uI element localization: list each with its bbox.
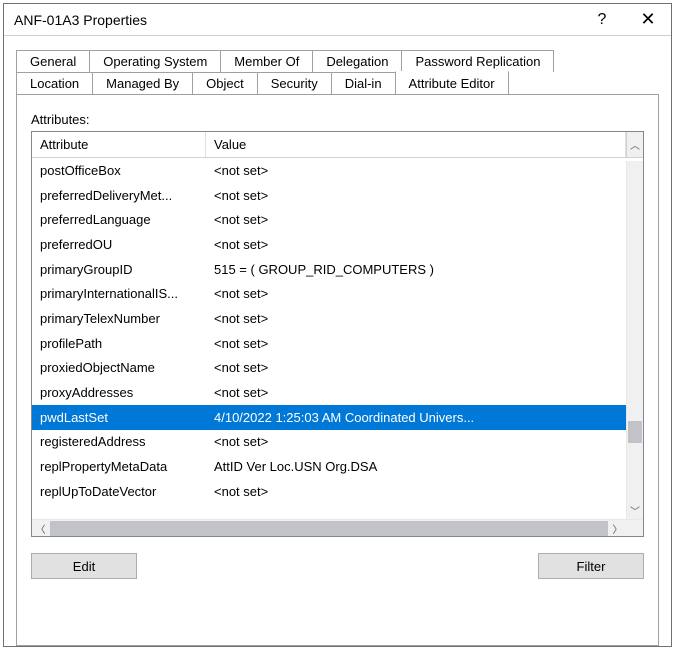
help-button[interactable]: ? <box>579 4 625 36</box>
vertical-scroll-thumb[interactable] <box>628 421 642 443</box>
tab-delegation[interactable]: Delegation <box>312 50 402 72</box>
tabrow-1: General Operating System Member Of Deleg… <box>16 50 659 72</box>
cell-attribute: pwdLastSet <box>40 410 214 425</box>
cell-attribute: preferredOU <box>40 237 214 252</box>
attributes-label: Attributes: <box>31 112 644 127</box>
scroll-up-button[interactable]: ︿ <box>626 132 643 157</box>
cell-value: <not set> <box>214 212 643 227</box>
scroll-left-button[interactable]: 〈 <box>32 520 49 537</box>
table-row[interactable]: replUpToDateVector<not set> <box>32 479 643 504</box>
cell-attribute: postOfficeBox <box>40 163 214 178</box>
cell-value: <not set> <box>214 163 643 178</box>
cell-value: 4/10/2022 1:25:03 AM Coordinated Univers… <box>214 410 643 425</box>
horizontal-scroll-thumb[interactable] <box>50 521 608 536</box>
cell-value: <not set> <box>214 286 643 301</box>
table-row[interactable]: postOfficeBox<not set> <box>32 158 643 183</box>
tab-operating-system[interactable]: Operating System <box>89 50 221 72</box>
attributes-list: Attribute Value ︿ postOfficeBox<not set>… <box>31 131 644 537</box>
tab-location[interactable]: Location <box>16 72 93 95</box>
table-row[interactable]: primaryGroupID515 = ( GROUP_RID_COMPUTER… <box>32 257 643 282</box>
tab-managed-by[interactable]: Managed By <box>92 72 193 95</box>
cell-value: <not set> <box>214 385 643 400</box>
cell-value: 515 = ( GROUP_RID_COMPUTERS ) <box>214 262 643 277</box>
cell-attribute: primaryGroupID <box>40 262 214 277</box>
tabrow-2: Location Managed By Object Security Dial… <box>16 72 659 95</box>
cell-attribute: primaryTelexNumber <box>40 311 214 326</box>
cell-value: <not set> <box>214 311 643 326</box>
table-row[interactable]: preferredLanguage<not set> <box>32 207 643 232</box>
vertical-scrollbar[interactable]: ﹀ <box>626 161 643 519</box>
tab-security[interactable]: Security <box>257 72 332 95</box>
cell-attribute: proxiedObjectName <box>40 360 214 375</box>
table-row[interactable]: replPropertyMetaData AttID Ver Loc.USN O… <box>32 454 643 479</box>
cell-attribute: preferredDeliveryMet... <box>40 188 214 203</box>
close-button[interactable]: ✕ <box>625 4 671 36</box>
table-row[interactable]: preferredOU<not set> <box>32 232 643 257</box>
rows-container: postOfficeBox<not set>preferredDeliveryM… <box>32 158 643 519</box>
tab-password-replication[interactable]: Password Replication <box>401 50 554 72</box>
filter-button[interactable]: Filter <box>538 553 644 579</box>
horizontal-scrollbar[interactable]: 〈 〉 <box>32 519 643 536</box>
tab-member-of[interactable]: Member Of <box>220 50 313 72</box>
cell-value: <not set> <box>214 188 643 203</box>
properties-window: ANF-01A3 Properties ? ✕ General Operatin… <box>3 3 672 647</box>
window-title: ANF-01A3 Properties <box>4 12 579 28</box>
content: General Operating System Member Of Deleg… <box>4 36 671 646</box>
table-row[interactable]: profilePath<not set> <box>32 331 643 356</box>
scroll-corner <box>626 520 643 537</box>
table-row[interactable]: preferredDeliveryMet...<not set> <box>32 183 643 208</box>
tab-attribute-editor[interactable]: Attribute Editor <box>395 71 509 95</box>
cell-value: <not set> <box>214 237 643 252</box>
cell-attribute: replPropertyMetaData <box>40 459 214 474</box>
cell-value: <not set> <box>214 360 643 375</box>
cell-value: AttID Ver Loc.USN Org.DSA <box>214 459 643 474</box>
tab-object[interactable]: Object <box>192 72 258 95</box>
cell-value: <not set> <box>214 336 643 351</box>
scroll-right-button[interactable]: 〉 <box>609 520 626 537</box>
tab-general[interactable]: General <box>16 50 90 72</box>
table-row[interactable]: proxyAddresses<not set> <box>32 380 643 405</box>
cell-value: <not set> <box>214 484 643 499</box>
titlebar: ANF-01A3 Properties ? ✕ <box>4 4 671 36</box>
table-row[interactable]: registeredAddress<not set> <box>32 430 643 455</box>
cell-attribute: proxyAddresses <box>40 385 214 400</box>
table-row[interactable]: primaryInternationalIS...<not set> <box>32 281 643 306</box>
table-row[interactable]: pwdLastSet4/10/2022 1:25:03 AM Coordinat… <box>32 405 643 430</box>
actions: Edit Filter <box>31 537 644 579</box>
cell-attribute: registeredAddress <box>40 434 214 449</box>
cell-attribute: profilePath <box>40 336 214 351</box>
scroll-down-button[interactable]: ﹀ <box>627 502 643 519</box>
column-headers: Attribute Value ︿ <box>32 132 643 158</box>
tab-dial-in[interactable]: Dial-in <box>331 72 396 95</box>
edit-button[interactable]: Edit <box>31 553 137 579</box>
table-row[interactable]: primaryTelexNumber<not set> <box>32 306 643 331</box>
table-row[interactable]: proxiedObjectName<not set> <box>32 356 643 381</box>
col-value[interactable]: Value <box>206 132 626 157</box>
cell-attribute: preferredLanguage <box>40 212 214 227</box>
cell-attribute: replUpToDateVector <box>40 484 214 499</box>
cell-value: <not set> <box>214 434 643 449</box>
cell-attribute: primaryInternationalIS... <box>40 286 214 301</box>
tab-body: Attributes: Attribute Value ︿ postOffice… <box>16 94 659 646</box>
col-attribute[interactable]: Attribute <box>32 132 206 157</box>
